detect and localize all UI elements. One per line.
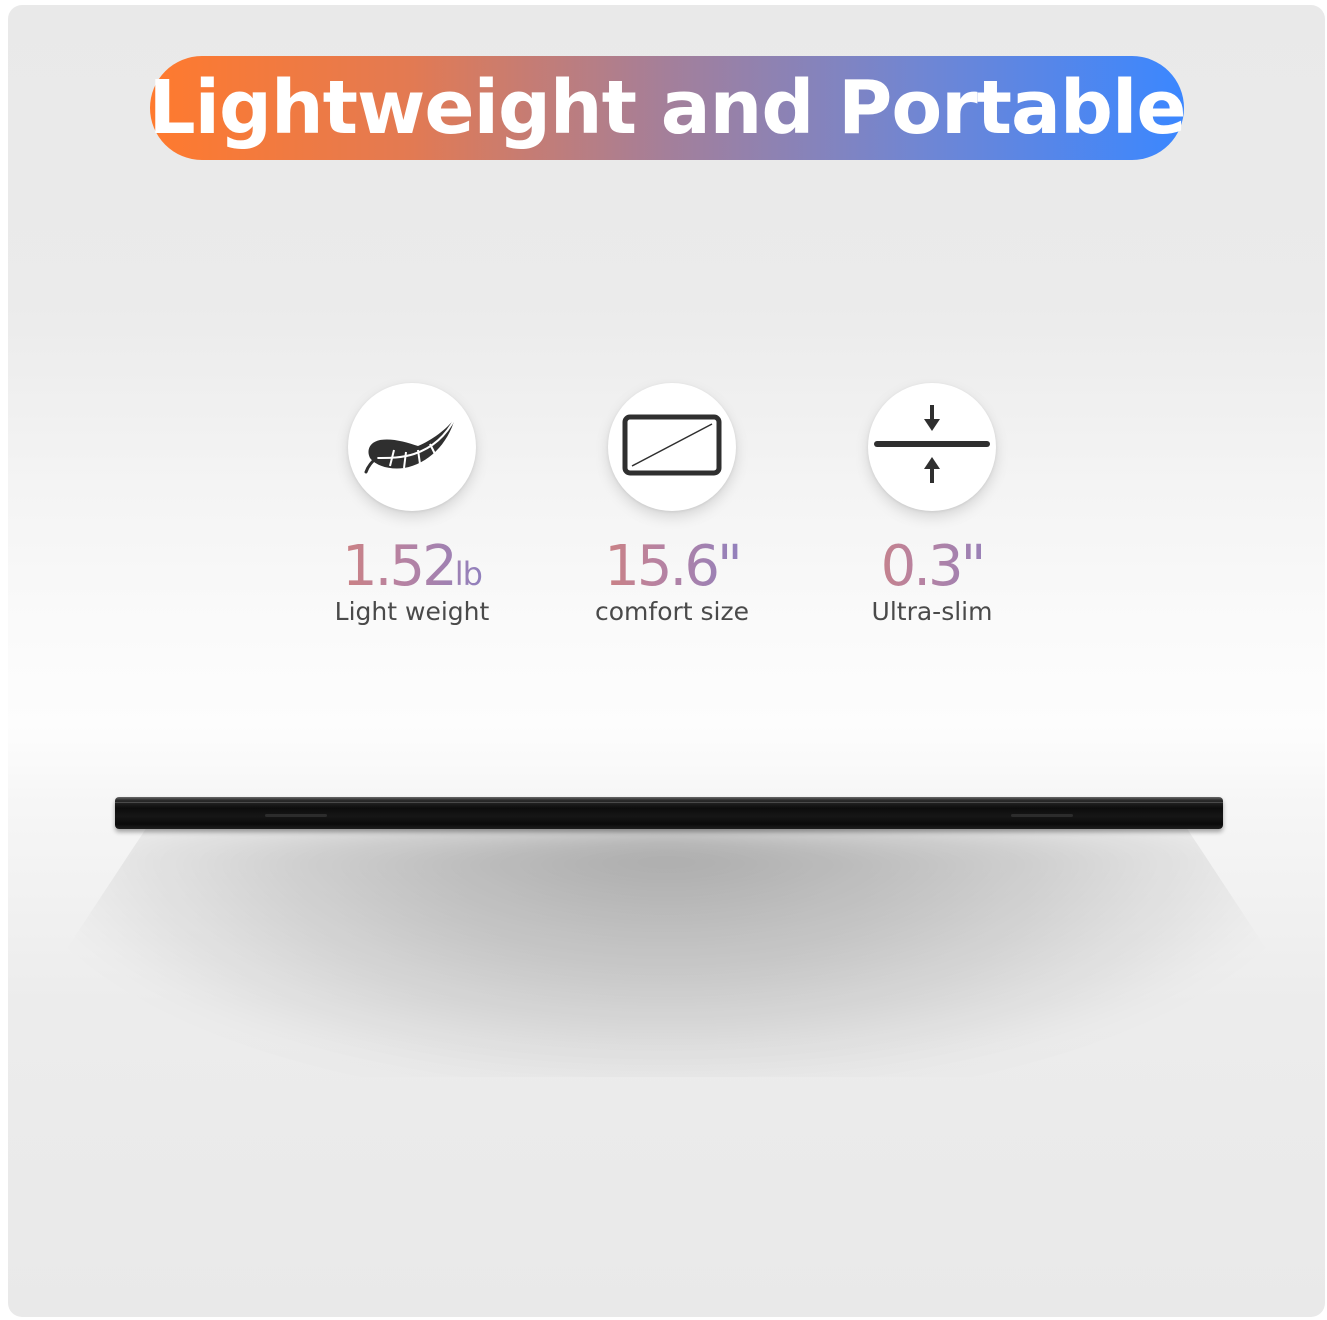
- weight-unit: lb: [454, 555, 482, 593]
- weight-label: Light weight: [334, 597, 490, 626]
- feather-icon: [362, 410, 462, 485]
- product-banner: Lightweight and Portable 1.52lb Light we…: [8, 5, 1325, 1317]
- monitor-port-right: [1011, 814, 1073, 817]
- feature-weight: 1.52lb Light weight: [262, 383, 562, 626]
- thickness-label: Ultra-slim: [871, 597, 993, 626]
- monitor-shadow: [48, 827, 1285, 1077]
- monitor-seam: [115, 802, 1223, 803]
- feature-size: 15.6" comfort size: [522, 383, 822, 626]
- feature-weight-icon-badge: [348, 383, 476, 511]
- monitor-side-profile: [115, 797, 1223, 829]
- thickness-value: 0.3": [782, 535, 1082, 599]
- feature-size-icon-badge: [608, 383, 736, 511]
- size-value: 15.6": [522, 535, 822, 599]
- screen-diagonal-icon: [622, 414, 722, 481]
- monitor-port-left: [265, 814, 327, 817]
- feature-thickness-icon-badge: [868, 383, 996, 511]
- thickness-number: 0.3": [880, 534, 984, 599]
- feature-thickness: 0.3" Ultra-slim: [782, 383, 1082, 626]
- title-pill: Lightweight and Portable: [148, 56, 1187, 160]
- thickness-arrows-icon: [872, 403, 992, 492]
- size-number: 15.6": [604, 534, 740, 599]
- weight-number: 1.52: [342, 534, 455, 599]
- size-label: comfort size: [595, 597, 749, 626]
- weight-value: 1.52lb: [262, 535, 562, 599]
- banner-title: Lightweight and Portable: [148, 65, 1187, 151]
